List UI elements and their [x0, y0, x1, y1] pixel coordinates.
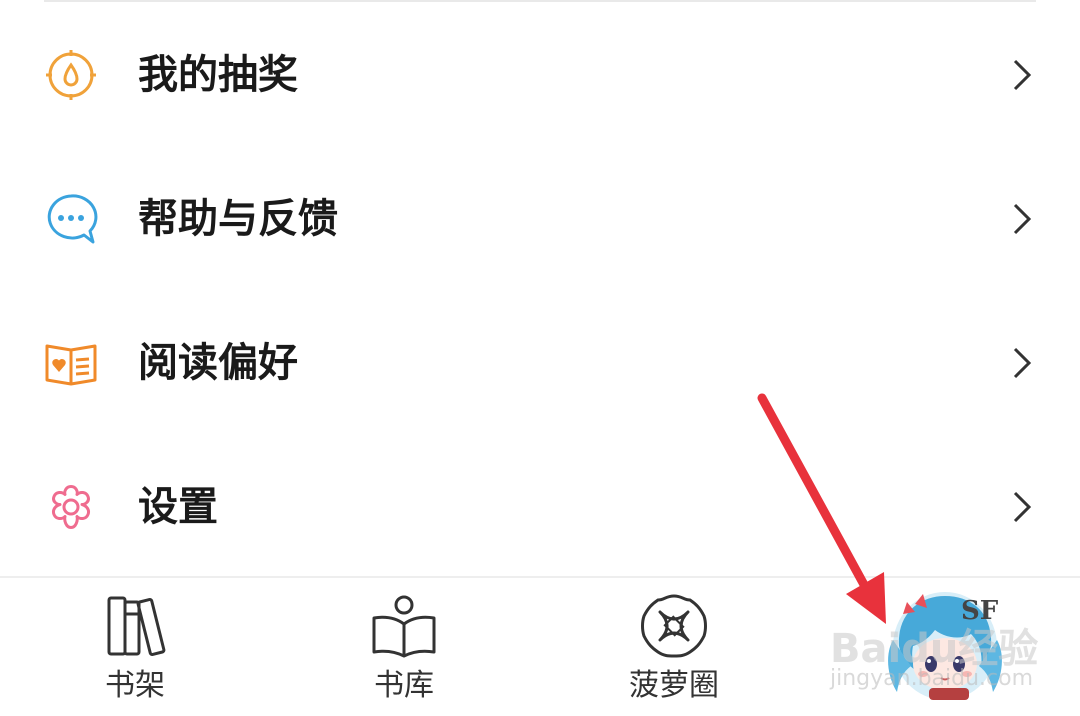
pineapple-circle-icon: [641, 594, 707, 658]
menu-item-reading-preference[interactable]: 阅读偏好: [0, 291, 1080, 435]
menu-item-label: 我的抽奖: [138, 52, 298, 98]
open-book-heart-icon: [45, 344, 97, 386]
chevron-right-icon: [1013, 491, 1032, 523]
menu-item-settings[interactable]: 设置: [0, 435, 1080, 579]
menu-item-label: 设置: [138, 484, 218, 530]
library-reader-icon: [372, 595, 436, 658]
bookshelf-icon: [107, 596, 166, 656]
menu-item-help-feedback[interactable]: 帮助与反馈: [0, 147, 1080, 291]
menu-item-label: 阅读偏好: [138, 340, 298, 386]
tab-bookshelf[interactable]: 书架: [55, 594, 215, 714]
baidu-watermark: Baidu经验 jingyan.baidu.com: [830, 610, 1038, 710]
chevron-right-icon: [1013, 203, 1032, 235]
screen: 我的抽奖 帮助与反馈 阅读偏好 设置 书架 书库 菠萝圈 SF Baidu经验 …: [0, 0, 1080, 716]
watermark-url: jingyan.baidu.com: [830, 666, 1034, 691]
chevron-right-icon: [1013, 59, 1032, 91]
tabbar-divider: [0, 576, 1080, 578]
chevron-right-icon: [1013, 347, 1032, 379]
tab-label: 书库: [374, 668, 434, 703]
tab-pineapple-circle[interactable]: 菠萝圈: [594, 594, 754, 714]
tab-library[interactable]: 书库: [324, 594, 484, 714]
menu-item-lottery[interactable]: 我的抽奖: [0, 3, 1080, 147]
tab-label: 菠萝圈: [629, 668, 719, 703]
menu-item-label: 帮助与反馈: [138, 196, 338, 242]
gear-flower-icon: [52, 485, 90, 529]
tab-label: 书架: [105, 668, 165, 703]
lottery-compass-icon: [46, 50, 96, 100]
chat-bubble-icon: [47, 194, 98, 244]
top-divider: [44, 0, 1036, 2]
